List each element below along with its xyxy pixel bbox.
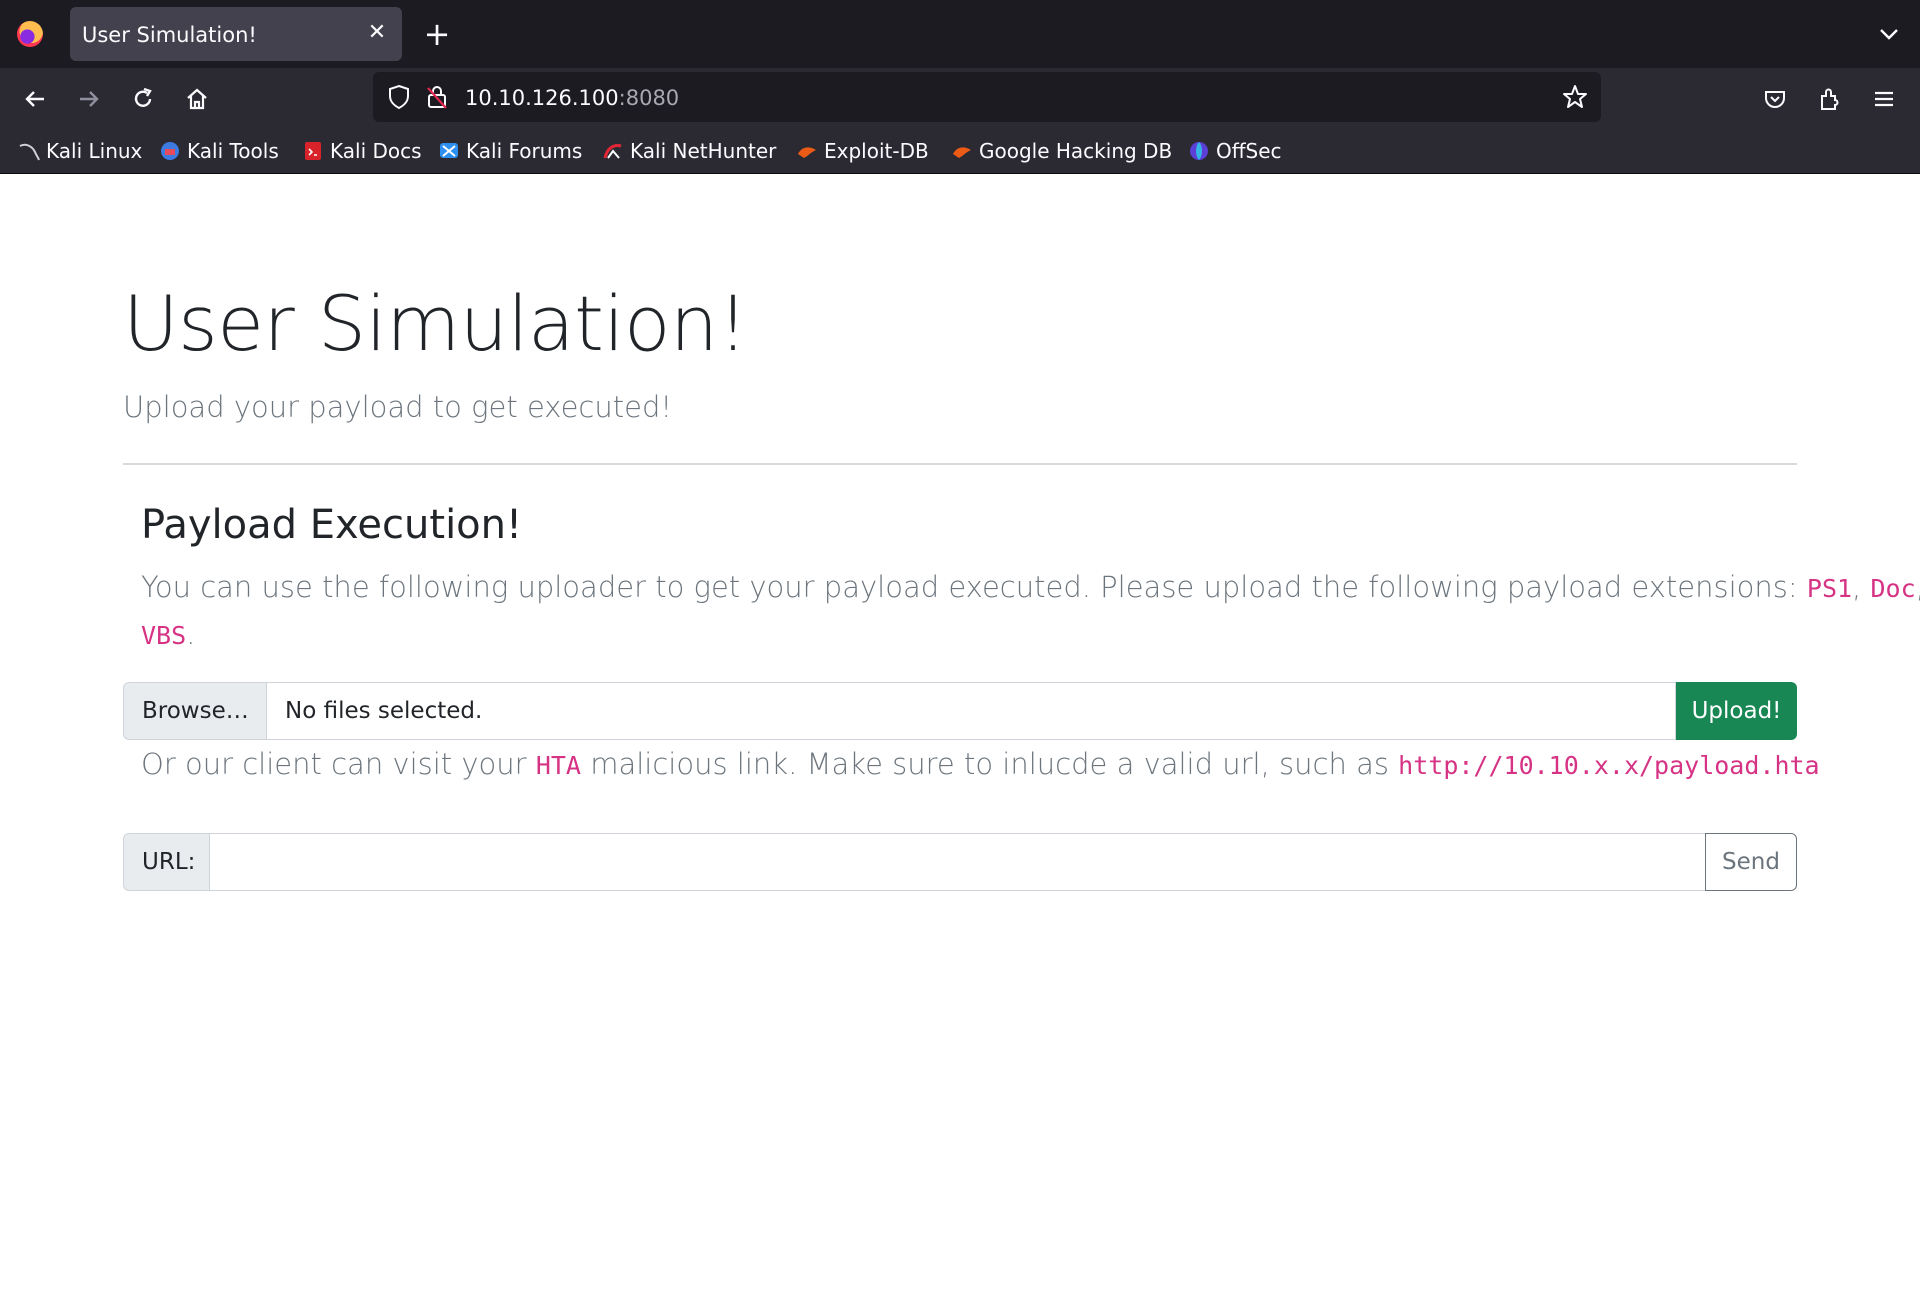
nethunter-icon: [602, 140, 624, 162]
bookmark-star-icon[interactable]: [1561, 83, 1589, 115]
bookmark-kali-tools[interactable]: Kali Tools: [159, 137, 279, 165]
hta-code: HTA: [535, 751, 581, 780]
upload-button[interactable]: Upload!: [1676, 682, 1797, 740]
url-bar[interactable]: 10.10.126.100:8080: [373, 72, 1601, 122]
page-content: User Simulation! Upload your payload to …: [0, 175, 1920, 1296]
divider: [123, 463, 1797, 465]
pocket-icon[interactable]: [1758, 82, 1792, 116]
separator: ,: [1852, 570, 1871, 604]
bookmark-label: Kali NetHunter: [630, 139, 777, 163]
bookmark-label: Kali Forums: [466, 139, 583, 163]
offsec-icon: [1188, 140, 1210, 162]
kali-tools-icon: [159, 140, 181, 162]
reload-icon[interactable]: [126, 82, 160, 116]
ext-doc-code: Doc: [1870, 574, 1916, 603]
upload-instructions-line-1: You can use the following uploader to ge…: [141, 564, 1920, 612]
ghdb-icon: [951, 140, 973, 162]
period: .: [186, 617, 196, 651]
bookmark-label: OffSec: [1216, 139, 1282, 163]
kali-forums-icon: [438, 140, 460, 162]
navigation-toolbar: 10.10.126.100:8080: [0, 68, 1920, 128]
back-arrow-icon[interactable]: [18, 82, 52, 116]
bookmark-kali-nethunter[interactable]: Kali NetHunter: [602, 137, 776, 165]
hta-instructions: Or our client can visit your HTA malicio…: [141, 741, 1820, 789]
bookmark-label: Kali Docs: [330, 139, 422, 163]
home-icon[interactable]: [180, 82, 214, 116]
ext-vbs-code: VBS: [141, 621, 187, 650]
bookmark-label: Kali Linux: [46, 139, 143, 163]
bookmark-label: Kali Tools: [187, 139, 279, 163]
forward-arrow-icon[interactable]: [72, 82, 106, 116]
exploit-db-icon: [796, 140, 818, 162]
close-icon[interactable]: ✕: [362, 18, 392, 48]
url-host: 10.10.126.100: [465, 86, 619, 110]
url-label: URL:: [123, 833, 210, 891]
browse-button[interactable]: Browse…: [123, 682, 267, 740]
page-subtitle: Upload your payload to get executed!: [123, 390, 672, 424]
kali-dragon-icon: [18, 140, 40, 162]
url-port: :8080: [618, 86, 680, 110]
url-input[interactable]: [210, 833, 1705, 891]
bookmark-exploit-db[interactable]: Exploit-DB: [796, 137, 929, 165]
bookmark-kali-docs[interactable]: Kali Docs: [302, 137, 422, 165]
hamburger-menu-icon[interactable]: [1867, 82, 1901, 116]
bookmark-kali-linux[interactable]: Kali Linux: [18, 137, 142, 165]
kali-docs-icon: [302, 140, 324, 162]
tracking-shield-icon[interactable]: [387, 84, 411, 114]
insecure-lock-icon[interactable]: [425, 84, 449, 114]
bookmark-google-hacking-db[interactable]: Google Hacking DB: [951, 137, 1172, 165]
bookmark-label: Google Hacking DB: [979, 139, 1173, 163]
plus-icon[interactable]: +: [420, 17, 454, 51]
file-upload-group: Browse… No files selected. Upload!: [123, 682, 1797, 740]
upload-instructions-line-2: VBS.: [141, 611, 195, 659]
tab-bar: User Simulation! ✕ +: [0, 0, 1920, 68]
example-url-code: http://10.10.x.x/payload.hta: [1398, 751, 1820, 780]
bookmark-label: Exploit-DB: [824, 139, 929, 163]
upload-instructions-text: You can use the following uploader to ge…: [141, 570, 1807, 604]
hta-text-2: malicious link. Make sure to inlucde a v…: [580, 747, 1399, 781]
send-button[interactable]: Send: [1705, 833, 1797, 891]
url-text[interactable]: 10.10.126.100:8080: [465, 86, 679, 110]
hta-text-1: Or our client can visit your: [141, 747, 536, 781]
separator: ,: [1916, 570, 1920, 604]
ext-ps1-code: PS1: [1806, 574, 1853, 603]
bookmarks-toolbar: Kali Linux Kali Tools Kali Docs Kali For…: [0, 128, 1920, 174]
tab-title: User Simulation!: [82, 23, 257, 47]
chevron-down-icon[interactable]: [1872, 18, 1906, 50]
tab-active[interactable]: User Simulation! ✕: [70, 7, 402, 61]
file-status[interactable]: No files selected.: [267, 682, 1676, 740]
bookmark-kali-forums[interactable]: Kali Forums: [438, 137, 582, 165]
section-title: Payload Execution!: [141, 502, 523, 548]
bookmark-offsec[interactable]: OffSec: [1188, 137, 1282, 165]
url-submit-group: URL: Send: [123, 833, 1797, 891]
firefox-logo-icon[interactable]: [17, 21, 43, 47]
extensions-icon[interactable]: [1813, 82, 1847, 116]
page-title: User Simulation!: [123, 279, 748, 368]
